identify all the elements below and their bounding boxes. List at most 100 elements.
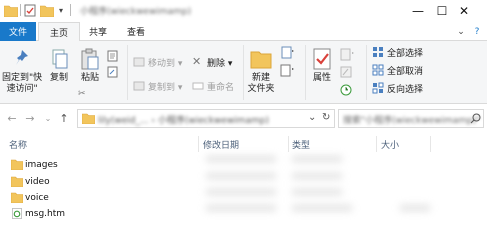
- tab-share[interactable]: 共享: [80, 22, 116, 41]
- quick-access-dropdown[interactable]: ▾: [56, 3, 66, 18]
- forward-button[interactable]: →: [23, 111, 37, 125]
- select-all-button[interactable]: 全部选择: [372, 45, 423, 59]
- up-button[interactable]: ↑: [57, 111, 71, 125]
- folder-icon: [11, 176, 23, 187]
- blurred-file-details: [200, 154, 470, 222]
- easy-access-icon[interactable]: [280, 63, 294, 77]
- column-divider[interactable]: [288, 136, 289, 152]
- search-icon: [470, 113, 481, 124]
- rename-icon: [192, 82, 204, 90]
- folder-icon[interactable]: [4, 3, 18, 18]
- separator: [70, 4, 71, 16]
- copy-button[interactable]: 复制: [46, 47, 72, 84]
- select-none-button[interactable]: 全部取消: [372, 63, 423, 77]
- paste-label: 粘贴: [80, 73, 99, 83]
- copy-icon: [52, 49, 68, 69]
- ribbon: 固定到"快 速访问" 复制 粘贴 ✂ 移动到 ▾ 复制到 ▾ ✕ 删除 ▾ 重命…: [0, 41, 487, 104]
- group-divider: [127, 45, 128, 100]
- pin-quick-access-button[interactable]: 固定到"快 速访问": [2, 47, 42, 95]
- copy-to-icon: [133, 81, 145, 91]
- navigation-bar: ← → ⌄ ↑ lily(weid_... › 小程序(wieckwewimam…: [0, 106, 487, 130]
- history-icon[interactable]: [340, 83, 352, 97]
- ribbon-collapse-icon[interactable]: ⌄: [454, 25, 468, 38]
- tab-view[interactable]: 查看: [118, 22, 154, 41]
- tab-home[interactable]: 主页: [38, 22, 80, 42]
- list-item[interactable]: images: [0, 157, 200, 172]
- folder-icon: [11, 159, 23, 170]
- list-item[interactable]: msg.htm: [0, 206, 200, 221]
- file-name: images: [25, 159, 58, 170]
- column-divider[interactable]: [430, 136, 431, 152]
- folder-icon: [11, 192, 23, 203]
- address-bar[interactable]: lily(weid_... › 小程序(wieckwewimamp) ⌄ ↻: [77, 109, 335, 128]
- group-divider: [243, 45, 244, 100]
- close-button[interactable]: ✕: [441, 0, 487, 22]
- tab-file[interactable]: 文件: [0, 22, 36, 41]
- pin-label: 固定到"快 速访问": [1, 73, 43, 94]
- select-none-label: 全部取消: [387, 66, 424, 77]
- new-folder-label: 新建 文件夹: [247, 73, 275, 94]
- folder-icon: [82, 113, 95, 124]
- paste-icon: [81, 48, 99, 70]
- separator: [20, 4, 21, 16]
- copy-label: 复制: [49, 73, 68, 83]
- column-divider[interactable]: [376, 136, 377, 152]
- column-name[interactable]: 名称: [9, 138, 27, 151]
- copy-path-icon[interactable]: [107, 49, 118, 63]
- column-size[interactable]: 大小: [381, 138, 399, 151]
- pin-icon: [16, 50, 28, 65]
- select-none-icon: [372, 64, 384, 76]
- delete-x-icon: ✕: [192, 55, 202, 68]
- address-path: lily(weid_... › 小程序(wieckwewimamp): [98, 116, 269, 126]
- ribbon-tabs: 文件 主页 共享 查看 ⌄ ?: [0, 22, 487, 42]
- move-to-icon: [133, 57, 145, 67]
- refresh-icon[interactable]: ↻: [322, 112, 330, 123]
- invert-selection-button[interactable]: 反向选择: [372, 81, 423, 95]
- select-all-icon: [373, 47, 383, 57]
- window-title: 小程序(wieckwewimamp): [80, 7, 192, 17]
- file-name: voice: [25, 192, 49, 203]
- help-icon[interactable]: ?: [470, 25, 484, 38]
- invert-selection-icon: [372, 82, 384, 94]
- list-item[interactable]: video: [0, 174, 200, 189]
- new-folder-button[interactable]: 新建 文件夹: [246, 47, 276, 95]
- group-divider: [305, 45, 306, 100]
- rename-label: 重命名: [207, 82, 235, 93]
- new-folder-icon: [250, 51, 272, 69]
- html-file-icon: [12, 208, 22, 219]
- group-divider: [366, 45, 367, 100]
- delete-button[interactable]: ✕ 删除 ▾: [192, 55, 232, 69]
- column-date[interactable]: 修改日期: [203, 138, 239, 151]
- open-icon[interactable]: [340, 47, 354, 61]
- address-dropdown-icon[interactable]: ⌄: [308, 112, 316, 123]
- search-placeholder: 搜索"小程序(wieckwewimamp)": [343, 116, 481, 126]
- move-to-label: 移动到 ▾: [148, 58, 183, 69]
- column-type[interactable]: 类型: [292, 138, 310, 151]
- properties-check-icon: [313, 48, 331, 70]
- search-input[interactable]: 搜索"小程序(wieckwewimamp)": [338, 109, 484, 128]
- move-to-button[interactable]: 移动到 ▾: [133, 55, 182, 69]
- recent-locations-dropdown[interactable]: ⌄: [41, 111, 55, 125]
- properties-check-icon[interactable]: [24, 3, 37, 18]
- new-folder-icon[interactable]: [40, 3, 54, 18]
- delete-label: 删除 ▾: [207, 58, 233, 69]
- column-headers: 名称 修改日期 类型 大小: [0, 136, 487, 152]
- paste-button[interactable]: 粘贴: [76, 47, 104, 84]
- properties-button[interactable]: 属性: [309, 47, 335, 84]
- edit-icon[interactable]: [340, 65, 352, 79]
- properties-label: 属性: [312, 73, 331, 83]
- copy-to-button[interactable]: 复制到 ▾: [133, 79, 182, 93]
- file-name: video: [25, 176, 50, 187]
- new-item-icon[interactable]: [280, 45, 294, 59]
- invert-selection-label: 反向选择: [387, 84, 424, 95]
- list-item[interactable]: voice: [0, 190, 200, 205]
- copy-to-label: 复制到 ▾: [148, 82, 183, 93]
- column-divider[interactable]: [198, 136, 199, 152]
- file-name: msg.htm: [25, 208, 66, 219]
- paste-shortcut-icon[interactable]: [107, 65, 118, 79]
- title-bar: ▾ 小程序(wieckwewimamp) — ☐ ✕: [0, 0, 487, 22]
- cut-icon[interactable]: ✂: [78, 87, 86, 101]
- select-all-label: 全部选择: [387, 48, 424, 59]
- rename-button[interactable]: 重命名: [192, 79, 234, 93]
- back-button[interactable]: ←: [5, 111, 19, 125]
